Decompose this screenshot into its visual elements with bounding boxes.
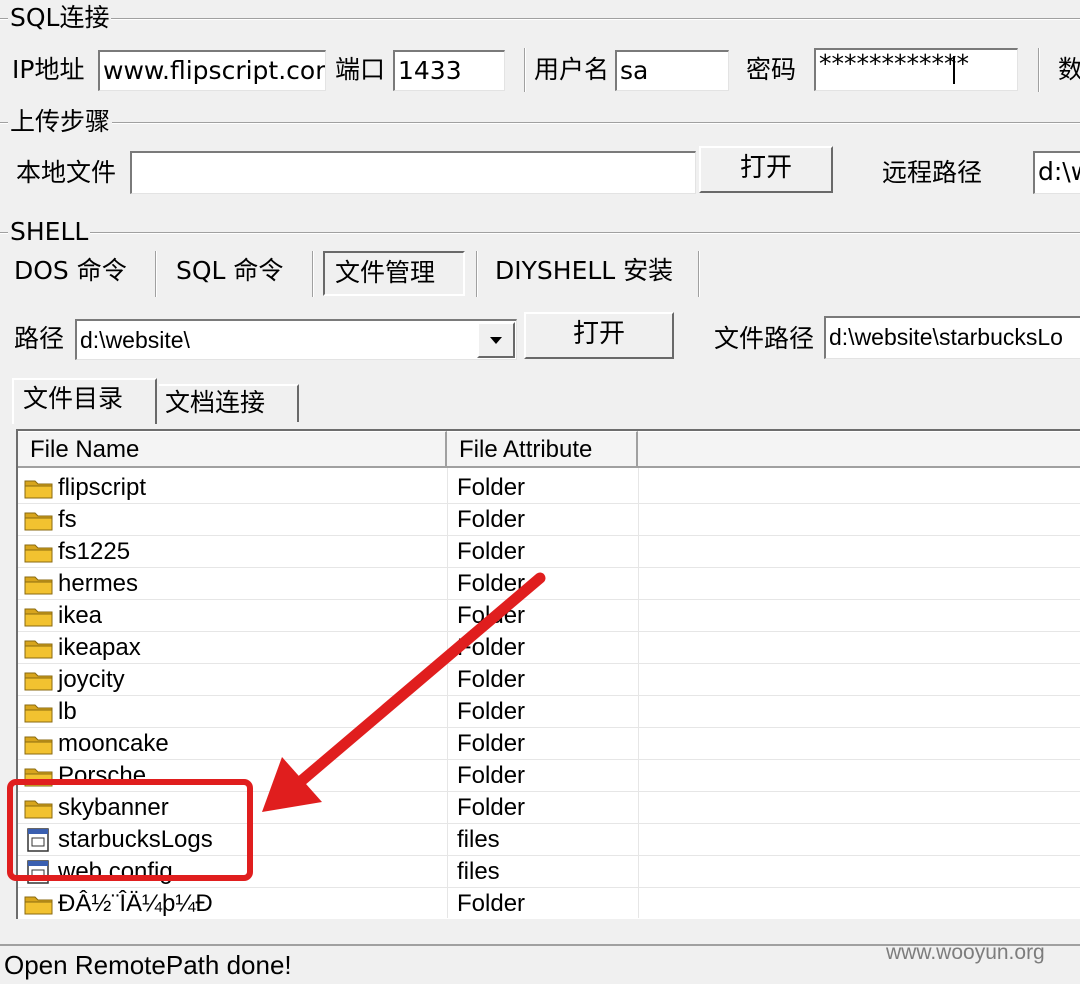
table-row[interactable]: flipscript Folder: [18, 472, 1080, 504]
separator: [524, 48, 526, 92]
upload-open-button[interactable]: 打开: [699, 146, 833, 193]
status-text: Open RemotePath done!: [4, 950, 292, 980]
tab-file-manager-label: 文件管理: [335, 258, 436, 287]
column-header-empty: [638, 431, 1080, 468]
user-label: 用户名: [534, 55, 610, 84]
port-label: 端口: [335, 55, 386, 84]
separator: [312, 251, 314, 297]
ip-input[interactable]: www.flipscript.con: [98, 50, 326, 91]
tab-diyshell-install[interactable]: DIYSHELL 安装: [495, 254, 673, 288]
column-header-file-attribute[interactable]: File Attribute: [447, 431, 638, 468]
file-path-label: 文件路径: [714, 324, 815, 353]
path-value: d:\website\: [80, 327, 190, 353]
separator: [1038, 48, 1040, 92]
path-label: 路径: [14, 324, 65, 353]
upload-group-border: [0, 122, 1080, 124]
shell-group-border: [0, 232, 1080, 234]
separator: [476, 251, 478, 297]
remote-path-label: 远程路径: [882, 158, 983, 187]
path-dropdown-button[interactable]: [477, 322, 515, 358]
sql-group-title: SQL连接: [8, 3, 112, 33]
ip-label: IP地址: [12, 55, 85, 84]
annotation-highlight-box: [7, 779, 253, 881]
subtab-file-directory-label: 文件目录: [23, 384, 124, 413]
local-file-input[interactable]: [130, 151, 696, 194]
cut-label: 数: [1058, 55, 1080, 84]
folder-icon: [24, 892, 54, 919]
local-file-label: 本地文件: [16, 158, 117, 187]
user-input[interactable]: sa: [615, 50, 729, 91]
table-row[interactable]: ÐÂ½¨ÎÄ¼þ¼Ð Folder: [18, 888, 1080, 919]
remote-path-input[interactable]: d:\w: [1033, 151, 1080, 194]
separator: [155, 251, 157, 297]
file-name: flipscript: [58, 474, 147, 501]
text-cursor: [953, 56, 955, 84]
file-attribute: Folder: [457, 474, 526, 501]
tab-dos-command[interactable]: DOS 命令: [14, 254, 127, 288]
shell-open-button[interactable]: 打开: [524, 312, 674, 359]
subtab-document-link-label: 文档连接: [165, 388, 266, 417]
annotation-arrow: [262, 572, 546, 812]
password-label: 密码: [746, 55, 797, 84]
separator: [698, 251, 700, 297]
file-name: fs: [58, 506, 77, 533]
tab-file-manager[interactable]: 文件管理: [323, 251, 465, 296]
file-name: ÐÂ½¨ÎÄ¼þ¼Ð: [58, 890, 213, 917]
watermark: www.wooyun.org: [886, 941, 1045, 964]
file-attribute: Folder: [457, 506, 526, 533]
path-combobox[interactable]: d:\website\: [75, 319, 517, 360]
tab-sql-command[interactable]: SQL 命令: [176, 254, 283, 288]
table-row[interactable]: fs Folder: [18, 504, 1080, 536]
column-header-file-name[interactable]: File Name: [18, 431, 447, 468]
subtab-file-directory[interactable]: 文件目录: [12, 378, 157, 424]
port-input[interactable]: 1433: [393, 50, 505, 91]
shell-group-title: SHELL: [8, 217, 91, 247]
annotation-overlay: [7, 572, 546, 881]
file-path-input[interactable]: d:\website\starbucksLo: [824, 316, 1080, 359]
password-input[interactable]: ************: [814, 48, 1018, 91]
upload-group-title: 上传步骤: [8, 107, 113, 137]
column-gridline: [638, 468, 639, 918]
subtab-document-link[interactable]: 文档连接: [159, 384, 299, 422]
sql-group-border: [0, 18, 1080, 20]
file-attribute: Folder: [457, 890, 526, 917]
chevron-down-icon: [490, 337, 502, 344]
